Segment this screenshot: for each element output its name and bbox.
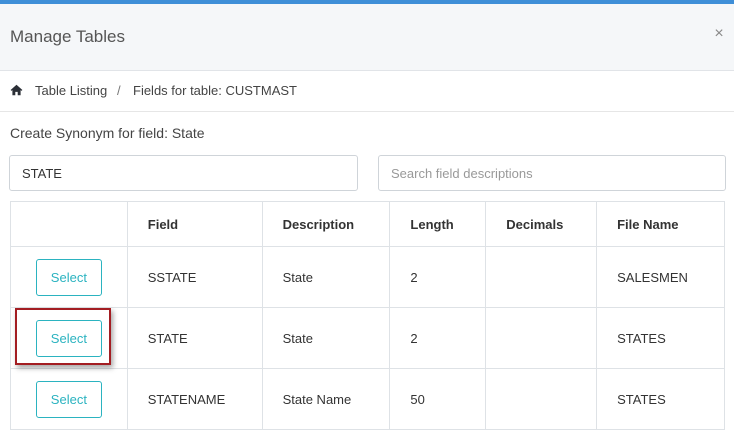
- cell-decimals: [485, 368, 598, 430]
- select-button[interactable]: Select: [35, 380, 102, 418]
- header-description: Description: [261, 201, 391, 247]
- breadcrumb-table-listing[interactable]: Table Listing: [35, 83, 107, 98]
- table-row: Select SSTATE State 2 SALESMEN: [10, 246, 725, 308]
- table-row: Select STATENAME State Name 50 STATES: [10, 368, 725, 430]
- close-icon[interactable]: ×: [712, 26, 726, 42]
- cell-length: 2: [389, 246, 487, 308]
- header-field: Field: [126, 201, 263, 247]
- cell-decimals: [485, 307, 598, 369]
- cell-file-name: SALESMEN: [596, 246, 725, 308]
- cell-field: STATE: [126, 307, 263, 369]
- synonym-input[interactable]: [9, 155, 358, 191]
- select-button[interactable]: Select: [35, 319, 102, 357]
- select-button[interactable]: Select: [35, 258, 102, 296]
- header-action: [10, 201, 128, 247]
- cell-action: Select: [10, 307, 128, 369]
- cell-action: Select: [10, 368, 128, 430]
- search-input[interactable]: [378, 155, 726, 191]
- section-title: Create Synonym for field: State: [10, 125, 205, 141]
- breadcrumb-current: Fields for table: CUSTMAST: [133, 83, 297, 98]
- cell-description: State: [261, 307, 391, 369]
- breadcrumb-separator: /: [117, 83, 121, 98]
- breadcrumb: Table Listing / Fields for table: CUSTMA…: [0, 71, 734, 112]
- cell-length: 2: [389, 307, 487, 369]
- header-file-name: File Name: [596, 201, 725, 247]
- cell-description: State: [261, 246, 391, 308]
- cell-field: SSTATE: [126, 246, 263, 308]
- modal-header: Manage Tables ×: [0, 4, 734, 71]
- cell-description: State Name: [261, 368, 391, 430]
- fields-table: Field Description Length Decimals File N…: [10, 201, 725, 430]
- cell-decimals: [485, 246, 598, 308]
- table-row: Select STATE State 2 STATES: [10, 307, 725, 369]
- cell-length: 50: [389, 368, 487, 430]
- table-header-row: Field Description Length Decimals File N…: [10, 201, 725, 247]
- cell-file-name: STATES: [596, 368, 725, 430]
- modal-title: Manage Tables: [10, 27, 125, 46]
- cell-action: Select: [10, 246, 128, 308]
- header-decimals: Decimals: [485, 201, 598, 247]
- cell-file-name: STATES: [596, 307, 725, 369]
- home-icon[interactable]: [10, 84, 23, 96]
- header-length: Length: [389, 201, 487, 247]
- cell-field: STATENAME: [126, 368, 263, 430]
